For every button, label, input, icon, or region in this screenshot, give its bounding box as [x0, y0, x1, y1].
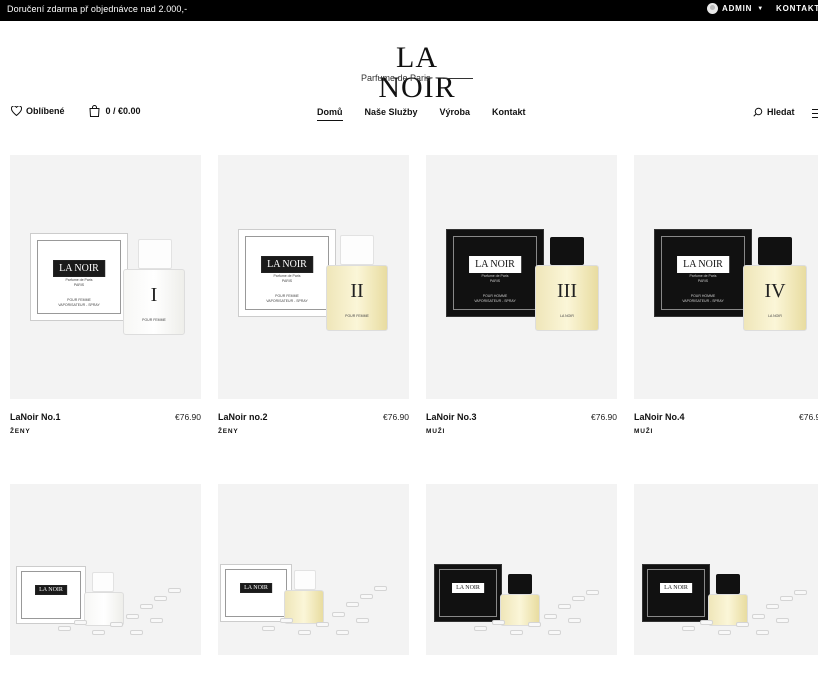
box-label: LA NOIR — [261, 256, 313, 273]
header-left: Oblíbené 0 / €0.00 — [11, 105, 141, 117]
product-image[interactable]: LA NOIR — [634, 484, 818, 655]
nav-item-services[interactable]: Naše Služby — [365, 107, 418, 121]
product-image[interactable]: LA NOIR Parfume de Paris PARIS POUR FEMME… — [10, 155, 201, 399]
product-card[interactable]: LA NOIR Parfume de Paris PARIS POUR FEMME… — [218, 155, 409, 435]
bottle-numeral: III — [557, 280, 577, 302]
bottle-numeral: II — [350, 280, 364, 302]
product-category[interactable]: MUŽI — [426, 428, 445, 435]
box-subtext-lower: POUR HOMME VAPORISATEUR - SPRAY — [474, 294, 516, 303]
box-label: LA NOIR — [35, 585, 67, 595]
box-subtext-lower: POUR FEMME VAPORISATEUR - SPRAY — [266, 294, 308, 303]
perfume-bottle: II POUR FEMME — [326, 265, 388, 331]
perfume-box: LA NOIR Parfume de Paris PARIS POUR HOMME… — [654, 229, 752, 317]
perfume-bottle: I POUR FEMME — [123, 269, 185, 335]
perfume-box: LA NOIR — [220, 564, 292, 622]
box-subtext-lower: POUR FEMME VAPORISATEUR - SPRAY — [58, 298, 100, 307]
bottle-subtext: POUR FEMME — [142, 318, 166, 322]
product-category[interactable]: ŽENY — [218, 428, 239, 435]
product-card[interactable]: LA NOIR — [10, 484, 201, 655]
box-label: LA NOIR — [452, 583, 484, 593]
bottle-cap — [294, 570, 316, 590]
bottle-subtext: LA NOIR — [768, 314, 782, 318]
product-price: €76.90 — [799, 412, 818, 422]
box-label: LA NOIR — [240, 583, 272, 593]
main-navigation: Domů Naše Služby Výroba Kontakt — [317, 107, 526, 121]
hamburger-menu-icon[interactable] — [812, 109, 818, 121]
nav-item-home[interactable]: Domů — [317, 107, 343, 121]
top-contact-link[interactable]: KONTAKT — [776, 4, 818, 13]
product-price: €76.90 — [175, 412, 201, 422]
product-image[interactable]: LA NOIR — [426, 484, 617, 655]
product-image[interactable]: LA NOIR Parfume de Paris PARIS POUR HOMME… — [634, 155, 818, 399]
product-image[interactable]: LA NOIR Parfume de Paris PARIS POUR HOMME… — [426, 155, 617, 399]
perfume-box: LA NOIR Parfume de Paris PARIS POUR HOMME… — [446, 229, 544, 317]
logo-tagline: Parfume de Paris — [361, 73, 431, 83]
admin-menu[interactable]: ADMIN ▼ — [707, 3, 764, 14]
box-subtext-lower: POUR HOMME VAPORISATEUR - SPRAY — [682, 294, 724, 303]
cart-summary: 0 / €0.00 — [105, 106, 141, 116]
logo-underline — [443, 78, 473, 79]
product-category[interactable]: ŽENY — [10, 428, 31, 435]
bottle-cap — [716, 574, 740, 594]
product-card[interactable]: LA NOIR Parfume de Paris PARIS POUR HOMME… — [426, 155, 617, 435]
perfume-bottle: III LA NOIR — [535, 265, 599, 331]
product-title[interactable]: LaNoir no.2 — [218, 412, 268, 422]
product-title[interactable]: LaNoir No.3 — [426, 412, 477, 422]
perfume-box: LA NOIR — [16, 566, 86, 624]
perfume-bottle — [84, 592, 124, 626]
box-label: LA NOIR — [53, 260, 105, 277]
product-card[interactable]: LA NOIR — [426, 484, 617, 655]
favorites-link[interactable]: Oblíbené — [11, 106, 65, 116]
cart-link[interactable]: 0 / €0.00 — [88, 105, 141, 117]
box-label: LA NOIR — [660, 583, 692, 593]
perfume-box: LA NOIR — [642, 564, 710, 622]
product-card[interactable]: LA NOIR Parfume de Paris PARIS POUR FEMME… — [10, 155, 201, 435]
product-price: €76.90 — [383, 412, 409, 422]
perfume-bottle: IV LA NOIR — [743, 265, 807, 331]
bottle-subtext: LA NOIR — [560, 314, 574, 318]
box-label: LA NOIR — [469, 256, 521, 273]
perfume-box: LA NOIR Parfume de Paris PARIS POUR FEMME… — [238, 229, 336, 317]
nav-item-production[interactable]: Výroba — [440, 107, 471, 121]
bottle-cap — [550, 237, 584, 265]
heart-icon — [11, 106, 22, 116]
bottle-numeral: IV — [764, 280, 786, 302]
site-logo[interactable]: LA NOIR Parfume de Paris — [358, 43, 476, 103]
perfume-box: LA NOIR Parfume de Paris PARIS POUR FEMME… — [30, 233, 128, 321]
product-image[interactable]: LA NOIR — [10, 484, 201, 655]
favorites-label: Oblíbené — [26, 106, 65, 116]
bottle-cap — [340, 235, 374, 265]
search-label: Hledat — [767, 107, 795, 117]
avatar — [707, 3, 718, 14]
product-image[interactable]: LA NOIR — [218, 484, 409, 655]
top-bar: Doručení zdarma př objednávce nad 2.000,… — [0, 0, 818, 21]
bottle-numeral: I — [150, 284, 158, 306]
box-label: LA NOIR — [677, 256, 729, 273]
product-card[interactable]: LA NOIR — [634, 484, 818, 655]
admin-label: ADMIN — [722, 4, 753, 13]
nav-item-contact[interactable]: Kontakt — [492, 107, 526, 121]
box-subtext: Parfume de Paris PARIS — [689, 274, 717, 283]
bottle-cap — [92, 572, 114, 592]
product-price: €76.90 — [591, 412, 617, 422]
product-title[interactable]: LaNoir No.4 — [634, 412, 685, 422]
bottle-cap — [138, 239, 172, 269]
shipping-promo: Doručení zdarma př objednávce nad 2.000,… — [7, 4, 188, 14]
bottle-cap — [508, 574, 532, 594]
product-card[interactable]: LA NOIR — [218, 484, 409, 655]
box-subtext: Parfume de Paris PARIS — [65, 278, 93, 287]
bottle-cap — [758, 237, 792, 265]
box-subtext: Parfume de Paris PARIS — [273, 274, 301, 283]
product-category[interactable]: MUŽI — [634, 428, 653, 435]
search-icon — [753, 107, 763, 117]
perfume-box: LA NOIR — [434, 564, 502, 622]
search-link[interactable]: Hledat — [753, 107, 795, 117]
shopping-bag-icon — [88, 105, 100, 117]
product-title[interactable]: LaNoir No.1 — [10, 412, 61, 422]
chevron-down-icon: ▼ — [757, 5, 764, 12]
box-subtext: Parfume de Paris PARIS — [481, 274, 509, 283]
product-card[interactable]: LA NOIR Parfume de Paris PARIS POUR HOMME… — [634, 155, 818, 435]
product-image[interactable]: LA NOIR Parfume de Paris PARIS POUR FEMME… — [218, 155, 409, 399]
bottle-subtext: POUR FEMME — [345, 314, 369, 318]
